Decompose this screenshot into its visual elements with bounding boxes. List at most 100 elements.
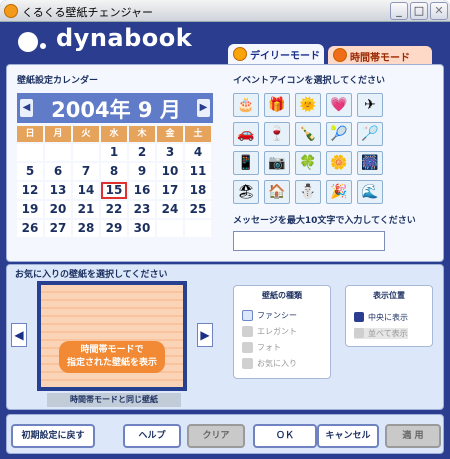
calendar-day[interactable]: 2 [129,144,155,161]
event-icon-button[interactable]: 📱 [233,151,259,175]
message-input[interactable] [233,231,385,251]
calendar-month-title: 2004年 9 月 [51,98,181,122]
event-icon-button[interactable]: 📷 [264,151,290,175]
calendar-day[interactable]: 13 [45,182,71,199]
calendar-day[interactable]: 22 [101,201,127,218]
calendar-day[interactable]: 11 [185,163,211,180]
event-icon-button[interactable]: 🎆 [357,151,383,175]
calendar-day[interactable]: 1 [101,144,127,161]
weekday-label: 金 [157,126,183,142]
app-icon [4,4,18,18]
preview-message: 時間帯モードで 指定された壁紙を表示 [59,341,165,373]
event-icon-label: イベントアイコンを選択してください [233,76,386,86]
calendar-day[interactable]: 6 [45,163,71,180]
type-option-photo[interactable]: フォト [242,342,281,353]
event-icon-button[interactable]: ⛄ [295,180,321,204]
radio-box-icon [354,328,364,338]
weekday-label: 日 [17,126,43,142]
position-option-tile[interactable]: 並べて表示 [354,328,408,339]
help-button[interactable]: ヘルプ [123,424,181,448]
calendar-day[interactable]: 8 [101,163,127,180]
event-icon-button[interactable]: 🎾 [326,122,352,146]
cancel-button[interactable]: キャンセル [317,424,379,448]
calendar-day[interactable]: 14 [73,182,99,199]
event-icon-button[interactable]: 🏠 [264,180,290,204]
event-icon-button[interactable]: 🚗 [233,122,259,146]
maximize-button[interactable]: □ [410,2,428,20]
calendar-day[interactable]: 15 [101,182,127,199]
calendar-day[interactable]: 5 [17,163,43,180]
type-option-fancy[interactable]: ファンシー [242,310,297,321]
calendar-day[interactable]: 25 [185,201,211,218]
minimize-button[interactable]: _ [390,2,408,20]
calendar-empty-cell [17,144,43,161]
calendar-day[interactable]: 7 [73,163,99,180]
reset-defaults-button[interactable]: 初期設定に戻す [11,424,95,448]
close-button[interactable]: ✕ [430,2,448,20]
ok-button[interactable]: ＯＫ [253,424,317,448]
calendar-day[interactable]: 3 [157,144,183,161]
event-icon-button[interactable]: 🍀 [295,151,321,175]
event-icon-button[interactable]: 🏸 [357,122,383,146]
type-option-favorite[interactable]: お気に入り [242,358,297,369]
event-icon-button[interactable]: 🌞 [295,93,321,117]
apply-button[interactable]: 適 用 [385,424,441,448]
event-icon-button[interactable]: 💗 [326,93,352,117]
event-icon-button[interactable]: 🍾 [295,122,321,146]
wallpaper-preview[interactable]: 時間帯モードで 指定された壁紙を表示 [37,281,187,391]
calendar-day[interactable]: 27 [45,220,71,237]
calendar-day[interactable]: 18 [185,182,211,199]
display-position-box: 表示位置 中央に表示 並べて表示 [345,285,433,347]
display-position-title: 表示位置 [373,291,405,300]
weekday-label: 月 [45,126,71,142]
calendar-day[interactable]: 10 [157,163,183,180]
event-icon-button[interactable]: 🏖 [233,180,259,204]
calendar-empty-cell [157,220,183,237]
event-icon-button[interactable]: 🎁 [264,93,290,117]
calendar-day[interactable]: 16 [129,182,155,199]
radio-box-icon [354,312,364,322]
radio-box-icon [242,358,253,369]
calendar-empty-cell [185,220,211,237]
calendar-day[interactable]: 28 [73,220,99,237]
event-icon-button[interactable]: 🍷 [264,122,290,146]
calendar-day[interactable]: 19 [17,201,43,218]
event-icon-button[interactable]: 🌊 [357,180,383,204]
event-icon-button[interactable]: 🌼 [326,151,352,175]
wallpaper-caption: 時間帯モードと同じ壁紙 [47,393,181,407]
next-wallpaper-button[interactable]: ▶ [197,323,213,347]
tab-time-mode[interactable]: 時間帯モード [328,46,432,64]
calendar-day[interactable]: 29 [101,220,127,237]
wallpaper-type-box: 壁紙の種類 ファンシー エレガント フォト お気に入り [233,285,331,379]
type-option-elegant[interactable]: エレガント [242,326,297,337]
calendar-day[interactable]: 12 [17,182,43,199]
tab-daily-mode[interactable]: デイリーモード [228,44,324,64]
event-icon-button[interactable]: 🎉 [326,180,352,204]
message-label: メッセージを最大10文字で入力してください [233,216,416,226]
radio-box-icon [242,310,253,321]
radio-box-icon [242,342,253,353]
window-title: くるくる壁紙チェンジャー [22,6,154,19]
calendar-day[interactable]: 4 [185,144,211,161]
calendar-day[interactable]: 26 [17,220,43,237]
position-option-center[interactable]: 中央に表示 [354,312,408,323]
weekday-label: 木 [129,126,155,142]
next-month-button[interactable]: ▶ [197,99,210,117]
prev-month-button[interactable]: ◀ [20,99,33,117]
title-bar[interactable]: くるくる壁紙チェンジャー _ □ ✕ [0,0,450,22]
calendar-empty-cell [45,144,71,161]
weekday-label: 火 [73,126,99,142]
calendar-day[interactable]: 9 [129,163,155,180]
calendar-label: 壁紙設定カレンダー [17,76,99,86]
event-icon-button[interactable]: 🎂 [233,93,259,117]
clear-button[interactable]: クリア [187,424,245,448]
calendar-day[interactable]: 20 [45,201,71,218]
calendar-day[interactable]: 30 [129,220,155,237]
calendar-day[interactable]: 21 [73,201,99,218]
event-icon-button[interactable]: ✈ [357,93,383,117]
calendar-day[interactable]: 17 [157,182,183,199]
calendar-day[interactable]: 24 [157,201,183,218]
wallpaper-stripes: 時間帯モードで 指定された壁紙を表示 [41,285,183,387]
calendar-day[interactable]: 23 [129,201,155,218]
prev-wallpaper-button[interactable]: ◀ [11,323,27,347]
